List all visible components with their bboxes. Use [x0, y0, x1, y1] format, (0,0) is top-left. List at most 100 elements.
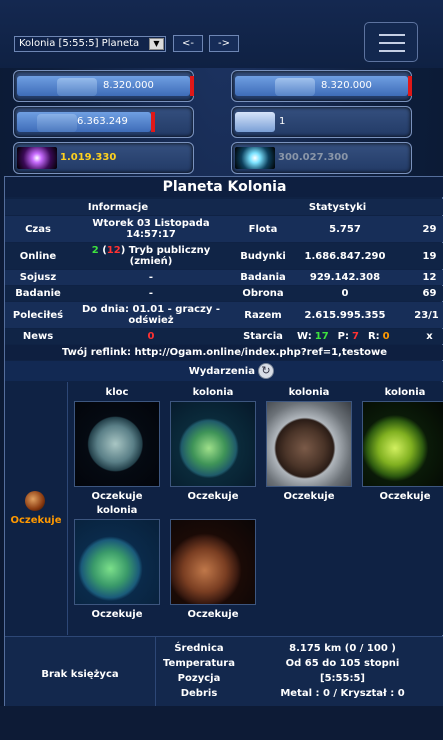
- planet-status: Oczekuje: [187, 491, 239, 502]
- row-value: Wtorek 03 Listopada 14:57:17: [92, 218, 210, 240]
- row-label: News: [22, 331, 54, 342]
- crystal-storage-marker: [408, 76, 412, 96]
- moon-status: Brak księżyca: [41, 668, 119, 680]
- metal-bar: 8.320.000: [17, 76, 194, 96]
- row-value: -: [148, 288, 154, 299]
- page-title: Planeta Kolonia: [5, 177, 443, 197]
- stat-value: 2.615.995.355: [304, 309, 386, 321]
- online-count: 2: [91, 245, 99, 256]
- stat-label: Obrona: [242, 288, 284, 299]
- detail-label: Średnica: [174, 642, 224, 654]
- wins-value: 17: [314, 331, 329, 342]
- row-value: -: [148, 272, 154, 283]
- planet-thumbnail[interactable]: [74, 519, 160, 605]
- planet-status: Oczekuje: [283, 491, 335, 502]
- side-status: Oczekuje: [10, 515, 62, 526]
- row-label: Poleciłeś: [12, 309, 64, 321]
- footer-bar: [0, 706, 443, 740]
- stat-rank: 29: [422, 223, 437, 235]
- hamburger-line-icon: [379, 50, 405, 52]
- stat-value: 0: [341, 288, 349, 299]
- planet-thumbnail[interactable]: [362, 401, 443, 487]
- stat-rank: 12: [422, 272, 437, 283]
- planet-status: Oczekuje: [91, 609, 143, 620]
- losses-label: P:: [337, 331, 349, 342]
- deuterium-icon: [37, 114, 77, 132]
- detail-value: Od 65 do 105 stopni: [285, 657, 400, 669]
- crystal-count-icon: [235, 112, 275, 132]
- dark-matter-resource[interactable]: 300.027.300: [231, 142, 412, 174]
- stat-rank: 19: [422, 250, 437, 262]
- planet-name: kloc: [105, 387, 129, 398]
- news-count[interactable]: 0: [73, 329, 229, 344]
- row-label: Online: [19, 250, 57, 262]
- info-header: Informacje: [87, 201, 149, 213]
- online-total: 12: [106, 245, 121, 256]
- planet-thumbnail[interactable]: [170, 401, 256, 487]
- next-planet-button[interactable]: ->: [209, 35, 239, 52]
- prev-planet-button[interactable]: <-: [173, 35, 203, 52]
- metal-icon: [57, 78, 97, 96]
- row-label: Czas: [25, 223, 51, 235]
- planet-name[interactable]: kolonia: [357, 387, 443, 399]
- row-label: Badanie: [15, 288, 61, 299]
- crystal-count-value: 1: [279, 116, 286, 127]
- planet-status: Oczekuje: [91, 491, 143, 502]
- events-label: Wydarzenia: [188, 365, 255, 377]
- metal-resource[interactable]: 8.320.000: [13, 70, 194, 102]
- stat-label: Budynki: [240, 250, 286, 262]
- menu-toggle-button[interactable]: [364, 22, 418, 62]
- reflink-text[interactable]: Twój reflink: http://Ogam.online/index.p…: [5, 345, 443, 360]
- deuterium-storage-marker: [151, 112, 155, 132]
- battle-stats: W: 17 P: 7 R: 0: [297, 329, 417, 344]
- stat-value: 929.142.308: [309, 272, 381, 283]
- stat-label: Razem: [244, 309, 282, 321]
- deuterium-bar: 6.363.249: [17, 112, 155, 132]
- deuterium-value: 6.363.249: [77, 116, 128, 127]
- divider: [67, 382, 68, 635]
- online-status[interactable]: 2 (12) Tryb publiczny (zmień): [75, 243, 227, 269]
- hamburger-line-icon: [379, 42, 405, 44]
- detail-value: [5:55:5]: [320, 672, 365, 684]
- stat-value: 1.686.847.290: [304, 250, 386, 262]
- online-mode: ) Tryb publiczny (zmień): [120, 245, 211, 267]
- planet-select[interactable]: Kolonia [5:55:5] Planeta ▼: [14, 36, 166, 52]
- detail-value: 8.175 km (0 / 100 ): [289, 642, 396, 654]
- energy-resource[interactable]: 1.019.330: [13, 142, 194, 174]
- detail-label: Temperatura: [163, 657, 235, 669]
- planet-name[interactable]: kolonia: [261, 387, 357, 399]
- planet-thumbnail[interactable]: [74, 401, 160, 487]
- planet-name[interactable]: kolonia: [69, 505, 165, 517]
- detail-label: Pozycja: [177, 672, 221, 684]
- metal-storage-marker: [190, 76, 194, 96]
- referral-value[interactable]: Do dnia: 01.01 - graczy - odśwież: [73, 302, 229, 328]
- stat-rank: 69: [422, 288, 437, 299]
- crystal-icon: [275, 78, 315, 96]
- planet-status: Oczekuje: [187, 609, 239, 620]
- crystal-bar: 8.320.000: [235, 76, 412, 96]
- chevron-down-icon[interactable]: ▼: [149, 38, 164, 50]
- current-planet-icon[interactable]: [25, 491, 45, 511]
- crystal-resource[interactable]: 8.320.000: [231, 70, 412, 102]
- crystal-value: 8.320.000: [321, 80, 372, 91]
- metal-value: 8.320.000: [103, 80, 154, 91]
- divider: [155, 637, 156, 711]
- losses-value: 7: [351, 331, 359, 342]
- stat-label: Badania: [240, 272, 286, 283]
- app-root: Kolonia [5:55:5] Planeta ▼ <- -> 8.320.00…: [0, 0, 443, 740]
- crystal-count-resource[interactable]: 1: [231, 106, 412, 138]
- planet-name[interactable]: kolonia: [165, 387, 261, 399]
- planet-thumbnail[interactable]: [170, 519, 256, 605]
- hamburger-line-icon: [379, 34, 405, 36]
- refresh-icon[interactable]: ↻: [258, 363, 274, 379]
- overview-panel: Planeta Kolonia Informacje Statystyki Cz…: [4, 176, 443, 711]
- draws-value: 0: [382, 331, 390, 342]
- row-label: Sojusz: [19, 272, 57, 283]
- dark-matter-icon: [235, 147, 275, 169]
- stats-header: Statystyki: [308, 201, 367, 213]
- stat-label: Flota: [248, 223, 278, 235]
- planet-thumbnail[interactable]: [266, 401, 352, 487]
- deuterium-resource[interactable]: 6.363.249: [13, 106, 194, 138]
- stat-rank: 23/1: [414, 309, 439, 321]
- planet-select-value: Kolonia [5:55:5] Planeta: [19, 38, 140, 49]
